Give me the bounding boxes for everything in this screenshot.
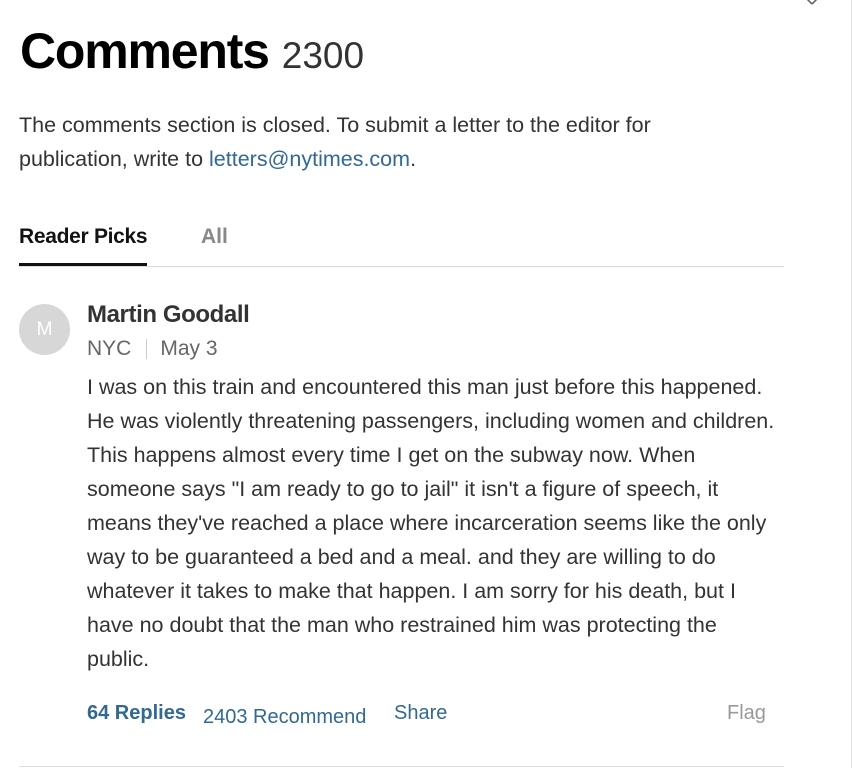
flag-button[interactable]: Flag [727,702,766,725]
notice-text-end: . [410,147,417,171]
tab-reader-picks[interactable]: Reader Picks [19,222,148,266]
share-button[interactable]: Share [394,702,447,725]
replies-button[interactable]: 64 Replies [87,702,186,725]
comments-closed-notice: The comments section is closed. To submi… [19,108,739,176]
page-title: Comments [20,23,270,79]
comments-header: Comments 2300 [20,22,364,80]
avatar: M [19,304,70,355]
comment-date: May 3 [160,337,218,360]
comment-body: Martin Goodall NYC May 3 I was on this t… [87,298,777,676]
tabs-divider [19,266,784,267]
tab-all[interactable]: All [201,222,228,264]
comment-author: Martin Goodall [87,301,250,328]
close-icon[interactable] [796,0,828,16]
comment-tabs: Reader Picks All [19,222,784,268]
comment-meta: NYC May 3 [87,334,777,364]
comment-divider [19,766,784,767]
comment-text: I was on this train and encountered this… [87,375,775,671]
letters-email-link[interactable]: letters@nytimes.com [209,147,410,171]
comment-actions: 64 Replies 2403 Recommend Share Flag [87,702,777,732]
meta-separator [146,339,148,359]
comment-count: 2300 [281,35,365,76]
panel-divider [851,0,852,768]
comment-location: NYC [87,337,132,360]
recommend-button[interactable]: 2403 Recommend [203,706,366,729]
